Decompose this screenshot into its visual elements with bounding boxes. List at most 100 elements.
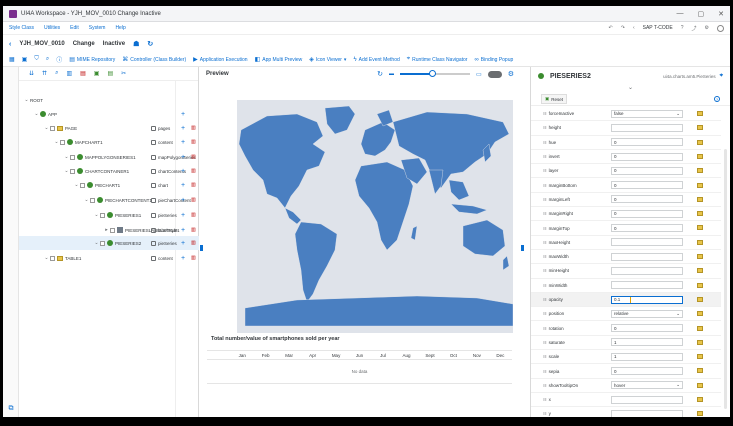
add-event-method-button[interactable]: ϟ Add Event Method (353, 57, 399, 63)
binding-folder-icon[interactable] (697, 325, 703, 331)
add-child-button[interactable]: + (181, 139, 185, 146)
add-child-button[interactable]: + (181, 240, 185, 247)
back-arrow-icon[interactable]: ‹ (9, 41, 11, 48)
binding-folder-icon[interactable] (697, 254, 703, 259)
delete-node-icon[interactable]: ▥ (191, 212, 196, 218)
left-splitter-handle[interactable] (200, 245, 203, 251)
tree-delete-icon[interactable]: ▤ (80, 70, 86, 77)
zoom-slider[interactable] (400, 70, 471, 77)
power-icon[interactable] (717, 24, 724, 32)
property-input[interactable]: 1 (611, 352, 683, 361)
minimize-button[interactable]: — (677, 10, 684, 18)
tree-expand-icon[interactable]: ⌄ (43, 125, 50, 131)
binding-folder-icon[interactable] (697, 339, 703, 345)
tree-row[interactable]: ⌄ TABLE1 content + ▥ (19, 251, 199, 265)
preview-settings-icon[interactable]: ⚙ (508, 70, 514, 78)
property-input[interactable] (611, 409, 683, 417)
property-input[interactable]: 0 (611, 195, 683, 204)
property-input[interactable]: 0 (611, 138, 683, 147)
property-input[interactable]: 0 (611, 324, 683, 333)
binding-folder-icon[interactable] (697, 268, 703, 274)
properties-scrollbar[interactable] (724, 149, 727, 409)
zoom-in-icon[interactable]: ▭ (476, 71, 482, 78)
delete-node-icon[interactable]: ▥ (191, 182, 196, 188)
binding-folder-icon[interactable] (697, 196, 703, 202)
property-select[interactable]: false ⌄ (611, 109, 683, 118)
binding-folder-icon[interactable] (697, 125, 703, 131)
binding-folder-icon[interactable] (697, 182, 703, 188)
tree-expand-icon[interactable]: ⌄ (63, 168, 70, 174)
property-input[interactable] (611, 281, 683, 290)
menu-system[interactable]: System (89, 25, 106, 31)
tree-expand-icon[interactable]: ⌄ (93, 240, 100, 246)
tree-checkbox[interactable] (70, 168, 75, 174)
property-input[interactable] (611, 252, 683, 261)
reset-button[interactable]: ▣ Reset (541, 94, 568, 104)
tree-row[interactable]: ⌄ APP + (19, 107, 199, 121)
binding-folder-icon[interactable] (697, 282, 703, 288)
redo-icon[interactable]: ↷ (621, 25, 625, 31)
property-input[interactable]: 0 (611, 367, 683, 376)
close-button[interactable]: ✕ (718, 10, 724, 18)
property-input[interactable]: 1 (611, 338, 683, 347)
property-select[interactable]: hover ⌄ (611, 381, 683, 390)
delete-node-icon[interactable]: ▥ (191, 168, 196, 174)
tree-checkbox[interactable] (90, 197, 95, 203)
delete-node-icon[interactable]: ▥ (191, 139, 196, 145)
binding-folder-icon[interactable] (697, 153, 703, 159)
property-input[interactable]: 0.1 (611, 295, 683, 304)
preview-refresh-icon[interactable]: ↻ (377, 70, 383, 78)
add-child-button[interactable]: + (181, 125, 185, 132)
property-input[interactable]: 0 (611, 166, 683, 175)
collapse-all-icon[interactable]: ⇊ (29, 70, 34, 77)
tree-row[interactable]: ⌄ PIECHARTCONTENT1 pieChartContent + ▥ (19, 193, 199, 207)
tree-cut-icon[interactable]: ✂ (121, 70, 126, 77)
tree-checkbox[interactable] (100, 240, 105, 246)
tree-row[interactable]: ⌄ PIESERIES2 pieSeries + ▥ (19, 236, 199, 250)
grid-icon[interactable]: ▦ (9, 56, 15, 63)
undo-icon[interactable]: ↶ (609, 25, 613, 31)
application-execution-button[interactable]: ▶ Application Execution (193, 56, 247, 64)
tree-row[interactable]: ▸ PIESERIESLABELSTYLE1 labelStyle + ▥ (19, 223, 199, 237)
binding-folder-icon[interactable] (697, 139, 703, 145)
binding-folder-icon[interactable] (697, 168, 703, 174)
property-input[interactable] (611, 266, 683, 275)
menu-edit[interactable]: Edit (70, 25, 79, 31)
binding-folder-icon[interactable] (697, 311, 703, 317)
binding-folder-icon[interactable] (697, 296, 703, 302)
properties-help-icon[interactable]: ? (714, 96, 720, 102)
icon-viewer-button[interactable]: ◈ Icon Viewer ▾ (309, 56, 346, 64)
expand-all-icon[interactable]: ⇈ (42, 70, 47, 77)
tree-row[interactable]: ⌄ MAPCHART1 content + ▥ (19, 135, 199, 149)
tree-expand-icon[interactable]: ⌄ (93, 212, 100, 218)
tree-row[interactable]: ⌄ ROOT (19, 93, 199, 107)
binding-folder-icon[interactable] (697, 382, 703, 388)
delete-node-icon[interactable]: ▥ (191, 125, 196, 131)
add-child-button[interactable]: + (181, 197, 185, 204)
add-child-button[interactable]: + (181, 111, 185, 118)
binding-folder-icon[interactable] (697, 211, 703, 217)
tree-expand-icon[interactable]: ⌄ (73, 182, 80, 188)
maximize-button[interactable]: ▢ (698, 10, 705, 18)
tree-checkbox[interactable] (50, 125, 55, 131)
tree-row[interactable]: ⌄ PAGE pages + ▥ (19, 121, 199, 135)
save-icon[interactable]: ▣ (22, 56, 28, 63)
delete-node-icon[interactable]: ▥ (191, 227, 196, 233)
property-input[interactable]: 0 (611, 209, 683, 218)
tree-row[interactable]: ⌄ PIESERIES1 pieSeries + ▥ (19, 208, 199, 222)
tree-expand-icon[interactable]: ⌄ (43, 255, 50, 261)
menu-help[interactable]: Help (115, 25, 125, 31)
binding-folder-icon[interactable] (697, 411, 703, 417)
add-child-button[interactable]: + (181, 212, 185, 219)
property-input[interactable]: 0 (611, 181, 683, 190)
shield-icon[interactable]: ⛉ (34, 56, 39, 63)
delete-node-icon[interactable]: ▥ (191, 197, 196, 203)
bottom-tool-icon[interactable]: ⧉ (3, 401, 19, 417)
add-child-button[interactable]: + (181, 182, 185, 189)
info-icon[interactable]: ⓘ (56, 55, 62, 64)
binding-folder-icon[interactable] (697, 368, 703, 374)
tree-copy-icon[interactable]: ▣ (94, 70, 100, 77)
right-splitter-handle[interactable] (521, 245, 524, 251)
add-child-button[interactable]: + (181, 255, 185, 262)
binding-folder-icon[interactable] (697, 239, 703, 245)
